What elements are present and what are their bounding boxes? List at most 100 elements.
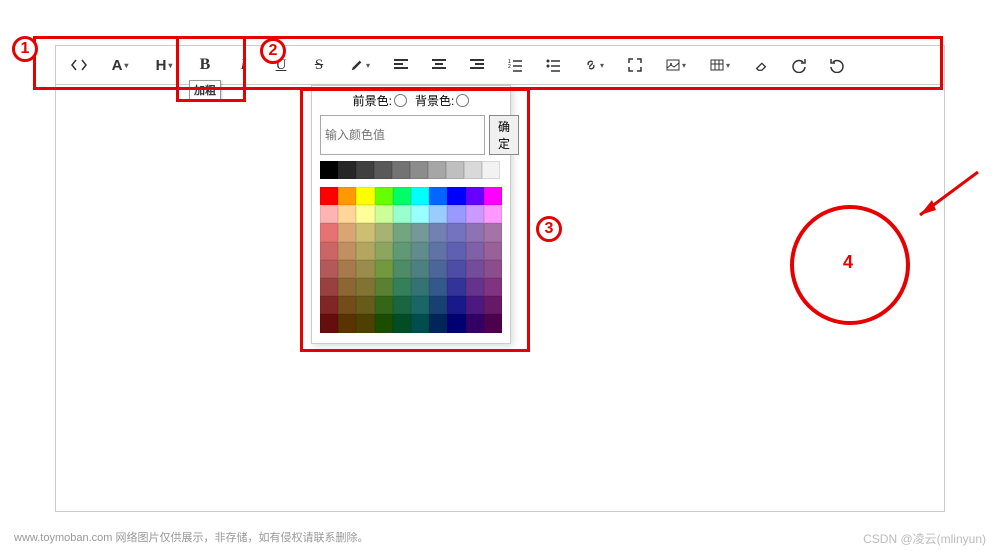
background-color-option[interactable]: 背景色:: [415, 92, 469, 109]
color-swatch[interactable]: [411, 205, 429, 223]
color-swatch[interactable]: [484, 314, 502, 332]
color-swatch[interactable]: [447, 278, 465, 296]
color-swatch[interactable]: [484, 205, 502, 223]
color-swatch[interactable]: [320, 260, 338, 278]
color-swatch[interactable]: [338, 242, 356, 260]
color-swatch[interactable]: [338, 296, 356, 314]
color-swatch[interactable]: [393, 278, 411, 296]
color-swatch[interactable]: [447, 242, 465, 260]
color-swatch[interactable]: [447, 205, 465, 223]
color-swatch[interactable]: [320, 205, 338, 223]
brush-button[interactable]: ▾: [346, 54, 374, 76]
color-swatch[interactable]: [484, 260, 502, 278]
color-swatch[interactable]: [375, 242, 393, 260]
undo-button[interactable]: [826, 54, 848, 76]
color-swatch[interactable]: [484, 223, 502, 241]
color-swatch[interactable]: [411, 223, 429, 241]
maximize-button[interactable]: [624, 54, 646, 76]
link-button[interactable]: ▾: [580, 54, 608, 76]
color-swatch[interactable]: [466, 223, 484, 241]
confirm-button[interactable]: 确定: [489, 115, 519, 155]
color-swatch[interactable]: [338, 223, 356, 241]
color-value-input[interactable]: [320, 115, 485, 155]
color-swatch[interactable]: [375, 314, 393, 332]
table-button[interactable]: ▾: [706, 54, 734, 76]
color-swatch[interactable]: [429, 242, 447, 260]
redo-button[interactable]: [788, 54, 810, 76]
color-swatch[interactable]: [338, 278, 356, 296]
color-swatch[interactable]: [411, 242, 429, 260]
color-swatch[interactable]: [375, 260, 393, 278]
color-swatch[interactable]: [429, 187, 447, 205]
color-swatch[interactable]: [429, 314, 447, 332]
color-swatch[interactable]: [320, 187, 338, 205]
color-swatch[interactable]: [356, 242, 374, 260]
color-swatch[interactable]: [375, 187, 393, 205]
foreground-radio[interactable]: [394, 94, 407, 107]
bold-button[interactable]: B 加粗: [194, 54, 216, 76]
color-swatch[interactable]: [375, 278, 393, 296]
color-swatch[interactable]: [338, 260, 356, 278]
color-swatch[interactable]: [356, 278, 374, 296]
color-swatch[interactable]: [320, 161, 338, 179]
color-swatch[interactable]: [429, 278, 447, 296]
color-swatch[interactable]: [447, 314, 465, 332]
heading-button[interactable]: H▾: [150, 54, 178, 76]
font-button[interactable]: A▾: [106, 54, 134, 76]
image-button[interactable]: ▾: [662, 54, 690, 76]
color-swatch[interactable]: [484, 296, 502, 314]
unordered-list-button[interactable]: [542, 54, 564, 76]
color-swatch[interactable]: [393, 205, 411, 223]
color-swatch[interactable]: [393, 242, 411, 260]
ordered-list-button[interactable]: 12: [504, 54, 526, 76]
color-swatch[interactable]: [411, 296, 429, 314]
color-swatch[interactable]: [429, 205, 447, 223]
background-radio[interactable]: [456, 94, 469, 107]
color-swatch[interactable]: [446, 161, 464, 179]
color-swatch[interactable]: [338, 187, 356, 205]
color-swatch[interactable]: [410, 161, 428, 179]
color-swatch[interactable]: [375, 296, 393, 314]
color-swatch[interactable]: [375, 205, 393, 223]
color-swatch[interactable]: [484, 242, 502, 260]
color-swatch[interactable]: [484, 187, 502, 205]
color-swatch[interactable]: [392, 161, 410, 179]
color-swatch[interactable]: [447, 223, 465, 241]
color-swatch[interactable]: [466, 205, 484, 223]
color-swatch[interactable]: [393, 296, 411, 314]
color-swatch[interactable]: [466, 314, 484, 332]
color-swatch[interactable]: [356, 314, 374, 332]
color-swatch[interactable]: [466, 242, 484, 260]
color-swatch[interactable]: [429, 296, 447, 314]
color-swatch[interactable]: [320, 223, 338, 241]
code-icon[interactable]: [68, 54, 90, 76]
color-swatch[interactable]: [393, 223, 411, 241]
color-swatch[interactable]: [466, 296, 484, 314]
color-swatch[interactable]: [356, 187, 374, 205]
color-swatch[interactable]: [447, 187, 465, 205]
color-swatch[interactable]: [466, 260, 484, 278]
color-swatch[interactable]: [338, 161, 356, 179]
color-swatch[interactable]: [484, 278, 502, 296]
color-swatch[interactable]: [374, 161, 392, 179]
color-swatch[interactable]: [320, 314, 338, 332]
color-swatch[interactable]: [466, 278, 484, 296]
color-swatch[interactable]: [356, 223, 374, 241]
color-swatch[interactable]: [411, 278, 429, 296]
color-swatch[interactable]: [320, 242, 338, 260]
color-swatch[interactable]: [464, 161, 482, 179]
color-swatch[interactable]: [447, 260, 465, 278]
eraser-button[interactable]: [750, 54, 772, 76]
color-swatch[interactable]: [428, 161, 446, 179]
color-swatch[interactable]: [393, 260, 411, 278]
color-swatch[interactable]: [411, 260, 429, 278]
align-left-button[interactable]: [390, 54, 412, 76]
color-swatch[interactable]: [429, 223, 447, 241]
foreground-color-option[interactable]: 前景色:: [353, 92, 407, 109]
color-swatch[interactable]: [411, 314, 429, 332]
strikethrough-button[interactable]: S: [308, 54, 330, 76]
color-swatch[interactable]: [356, 205, 374, 223]
color-swatch[interactable]: [356, 260, 374, 278]
color-swatch[interactable]: [320, 296, 338, 314]
color-swatch[interactable]: [356, 161, 374, 179]
